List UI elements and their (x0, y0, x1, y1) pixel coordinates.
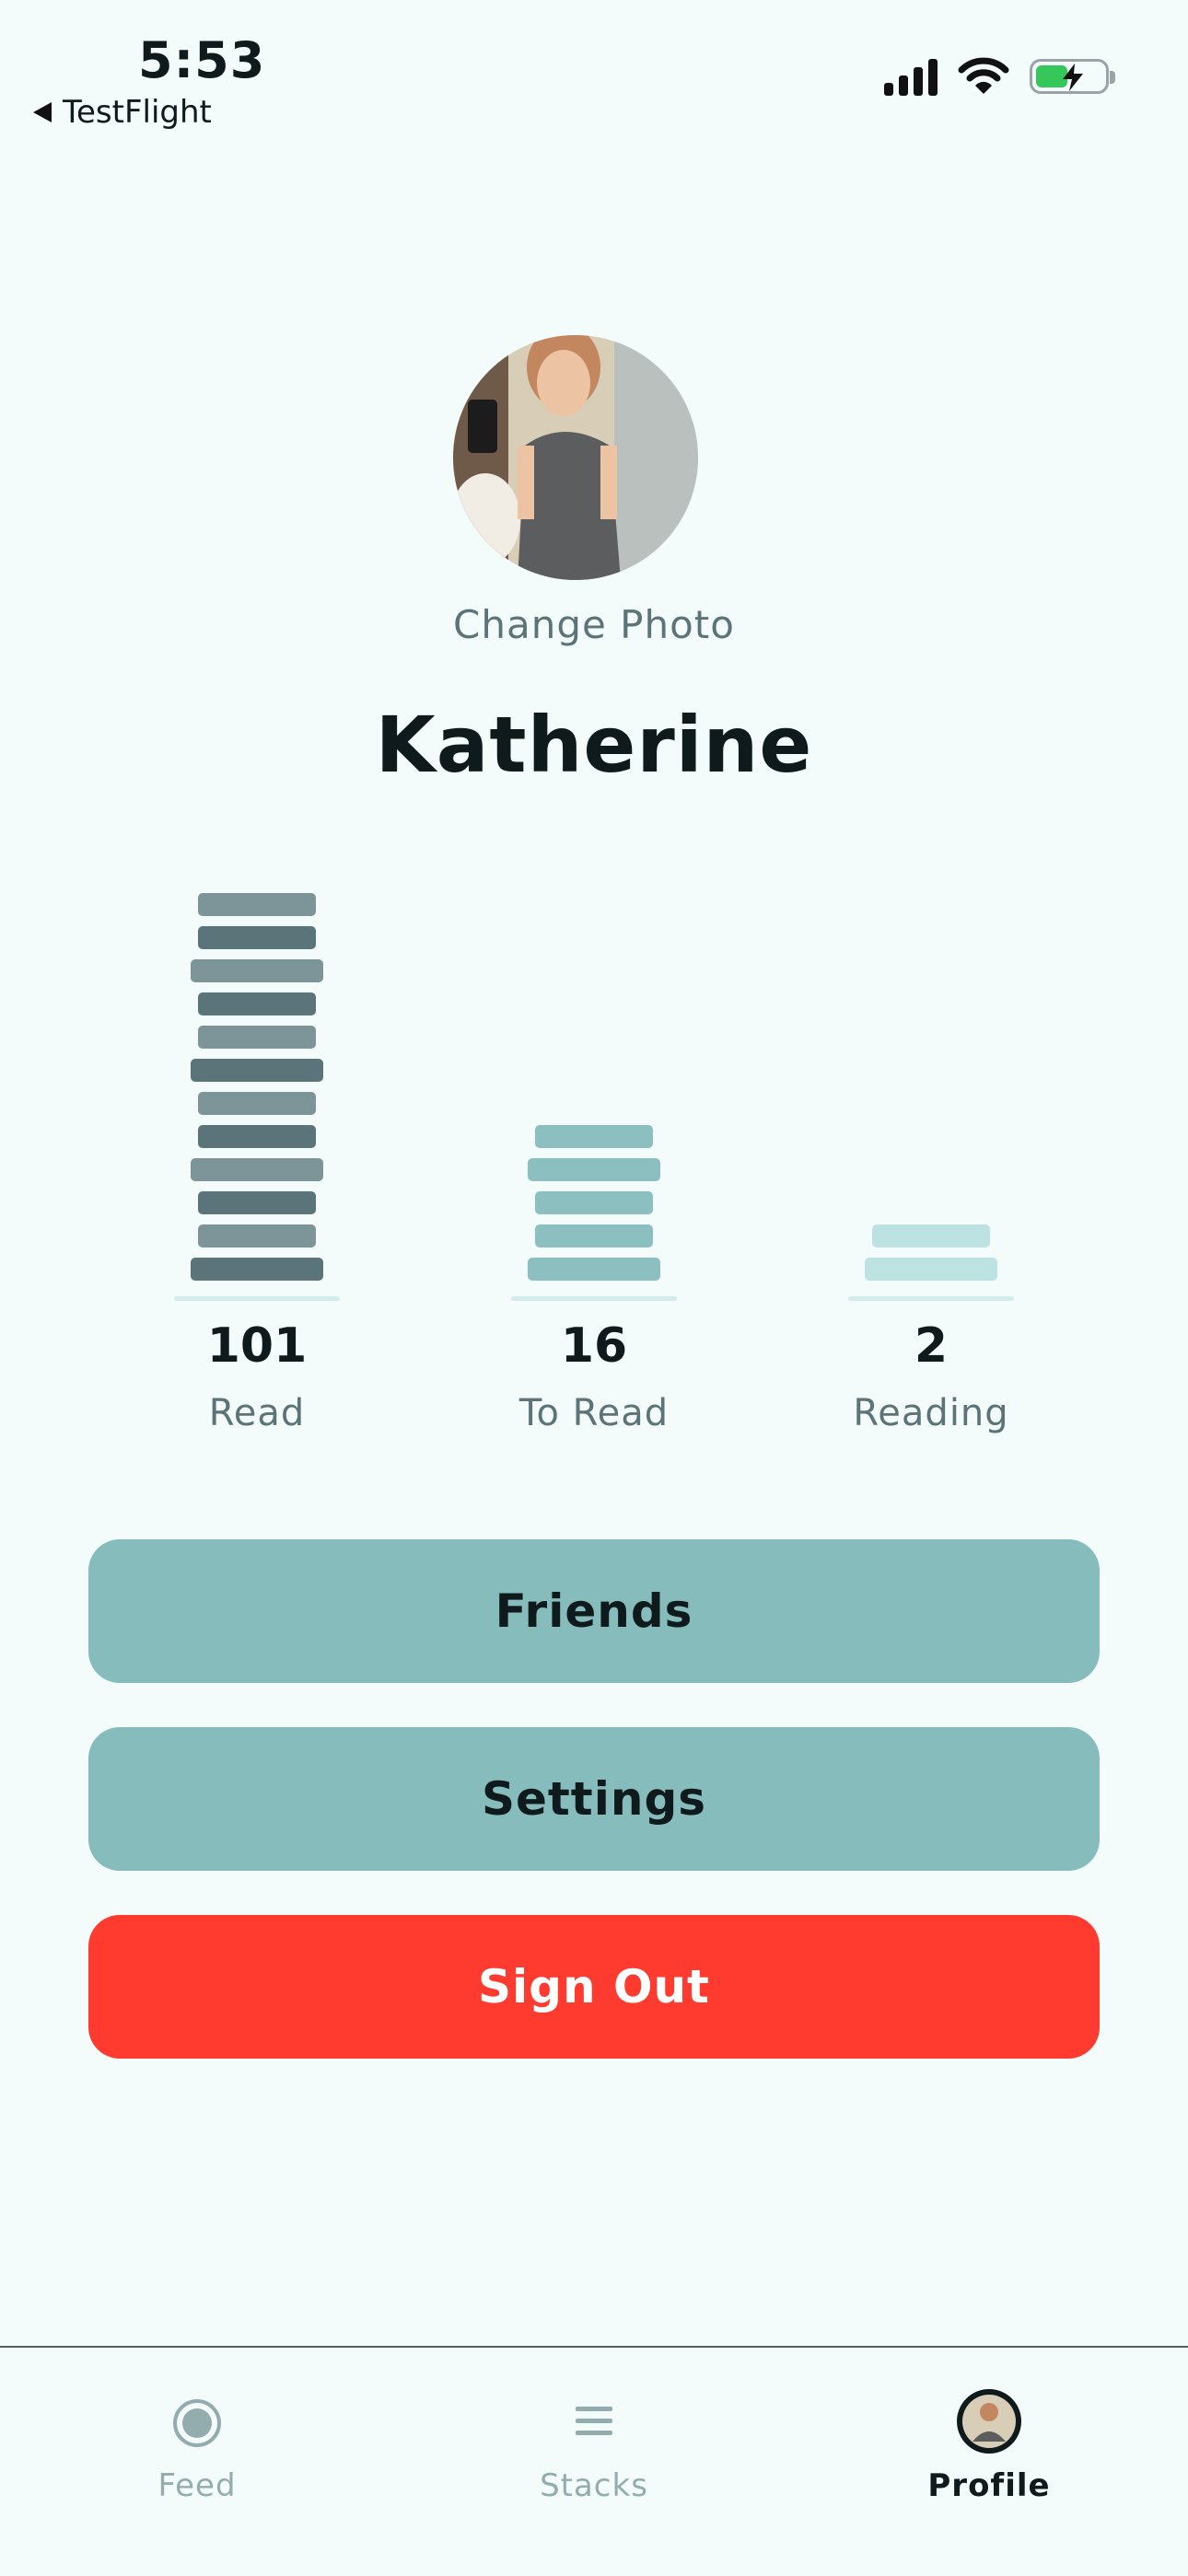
tab-feed[interactable]: Feed (59, 2370, 335, 2508)
book-block (528, 1158, 660, 1181)
book-block (198, 1224, 316, 1247)
tab-bar: Feed Stacks Profile (0, 2346, 1188, 2576)
read-count: 101 (206, 1318, 308, 1374)
back-link-label: TestFlight (63, 94, 212, 131)
cellular-signal-icon (884, 57, 938, 96)
book-block (528, 1258, 660, 1281)
book-block (198, 1092, 316, 1115)
read-label: Read (208, 1392, 306, 1434)
book-block (535, 1224, 653, 1247)
sign-out-button[interactable]: Sign Out (88, 1915, 1100, 2059)
profile-avatar-icon (957, 2389, 1021, 2454)
stacks-lines-icon (576, 2407, 612, 2435)
back-triangle-icon (33, 102, 52, 122)
book-block (198, 1026, 316, 1049)
reading-stat[interactable]: 2 Reading (848, 884, 1014, 1434)
book-block (198, 893, 316, 916)
tab-profile-label: Profile (927, 2467, 1051, 2504)
status-icons (884, 57, 1115, 96)
book-block (198, 992, 316, 1015)
to-read-stat[interactable]: 16 To Read (511, 884, 677, 1434)
book-block (191, 1258, 323, 1281)
book-block (191, 1059, 323, 1082)
back-to-testflight-link[interactable]: TestFlight (33, 94, 212, 131)
book-block (535, 1191, 653, 1214)
book-block (872, 1224, 990, 1247)
read-shelf (174, 1296, 340, 1301)
reading-count: 2 (914, 1318, 949, 1374)
battery-icon (1030, 59, 1115, 94)
book-block (535, 1125, 653, 1148)
tab-stacks-label: Stacks (540, 2467, 648, 2504)
change-photo-button[interactable]: Change Photo (0, 602, 1188, 647)
settings-button[interactable]: Settings (88, 1727, 1100, 1871)
book-block (198, 926, 316, 949)
tab-stacks[interactable]: Stacks (456, 2370, 732, 2508)
friends-button[interactable]: Friends (88, 1539, 1100, 1683)
to-read-count: 16 (560, 1318, 628, 1374)
feed-circle-icon (173, 2399, 221, 2447)
profile-name: Katherine (375, 700, 813, 790)
wifi-icon (958, 57, 1009, 94)
to-read-shelf (511, 1296, 677, 1301)
reading-label: Reading (853, 1392, 1009, 1434)
reading-shelf (848, 1296, 1014, 1301)
book-block (198, 1125, 316, 1148)
status-time: 5:53 (138, 31, 266, 89)
to-read-label: To Read (518, 1392, 670, 1434)
book-block (198, 1191, 316, 1214)
book-block (191, 1158, 323, 1181)
profile-photo[interactable] (453, 335, 698, 580)
book-block (865, 1258, 997, 1281)
book-block (191, 959, 323, 982)
read-stat[interactable]: 101 Read (174, 884, 340, 1434)
tab-feed-label: Feed (157, 2467, 237, 2504)
tab-profile[interactable]: Profile (851, 2370, 1127, 2508)
